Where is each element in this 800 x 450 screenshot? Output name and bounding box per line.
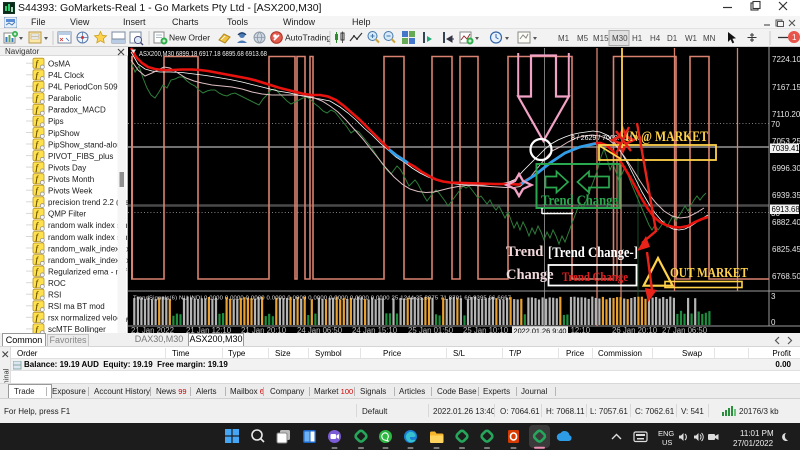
svg-text:M5: M5 [577,34,589,43]
svg-text:1: 1 [792,33,797,42]
svg-text:P4L Clock: P4L Clock [48,71,85,80]
svg-text:70: 70 [771,120,780,129]
svg-text:D1: D1 [667,34,678,43]
svg-text:OUT MARKET: OUT MARKET [670,265,748,280]
svg-text:7167.15: 7167.15 [772,83,800,92]
svg-text:precision trend 2.2 (ale: precision trend 2.2 (ale [48,198,128,207]
svg-text:Paradox_MACD: Paradox_MACD [48,106,106,115]
svg-text:Trend Change: Trend Change [562,269,628,284]
svg-text:rsx normalized velocity: rsx normalized velocity [48,314,128,323]
svg-text:Regularized ema - mtf: Regularized ema - mtf [48,267,127,276]
svg-text:random_walk_index(ex: random_walk_index(ex [48,256,128,265]
svg-text:RSI ma BT mod: RSI ma BT mod [48,302,105,311]
svg-text:6825.45: 6825.45 [772,245,800,254]
svg-text:24 Jan 06:50: 24 Jan 06:50 [297,326,343,333]
svg-text:US: US [662,438,672,447]
svg-text:3: 3 [771,292,776,301]
svg-text:RSI: RSI [48,291,61,300]
svg-text:0: 0 [771,318,776,327]
svg-text:ASX200,M30 6899.18 6917.18 68: ASX200,M30 6899.18 6917.18 6895.68 6913.… [139,49,267,58]
svg-text:OsMA: OsMA [48,60,71,69]
svg-text:MN: MN [703,34,716,43]
svg-text:6996.30: 6996.30 [772,164,800,173]
svg-text:random_walk_index(ex: random_walk_index(ex [48,244,128,253]
svg-text:W1: W1 [685,34,698,43]
svg-text:ENG: ENG [658,429,674,438]
svg-text:scMTF Bollinger: scMTF Bollinger [48,325,106,333]
svg-text:21 Jan 12:10: 21 Jan 12:10 [186,326,232,333]
svg-text:27 Jan 06:50: 27 Jan 06:50 [662,326,708,333]
svg-text:P4L PeriodCon 509: P4L PeriodCon 509 [48,83,118,92]
svg-text:random walk index sm: random walk index sm [48,221,128,230]
svg-text:Trend: Trend [506,244,543,260]
svg-text:Trend Change: Trend Change [541,193,618,209]
svg-text:27/01/2022: 27/01/2022 [733,439,774,448]
svg-text:7039.41: 7039.41 [772,144,800,153]
svg-text:TrendSignals(6) NU INDI 0.0000: TrendSignals(6) NU INDI 0.0000 0.0000 0.… [133,296,511,302]
svg-text:New Order: New Order [169,33,210,43]
svg-text:7224.10: 7224.10 [772,55,800,64]
svg-text:6882.40: 6882.40 [772,218,800,227]
svg-text:M15: M15 [593,34,609,43]
svg-text:PipShow: PipShow [48,129,80,138]
svg-text:H1: H1 [632,34,643,43]
svg-text:25 Jan 01:50: 25 Jan 01:50 [408,326,454,333]
svg-text:random walk index sm: random walk index sm [48,233,128,242]
svg-text:6768.50: 6768.50 [772,272,800,281]
svg-text:ROC: ROC [48,279,66,288]
svg-text:Pivots Day: Pivots Day [48,163,86,172]
svg-text:QMP Filter: QMP Filter [48,210,86,219]
svg-text:M30: M30 [612,34,628,43]
svg-text:Parabolic: Parabolic [48,94,81,103]
svg-text:M1: M1 [558,34,570,43]
svg-text:7110.20: 7110.20 [772,110,800,119]
svg-text:Pivots Month: Pivots Month [48,175,94,184]
svg-text:Change: Change [506,267,554,283]
svg-text:[Trend Change-]: [Trend Change-] [548,245,638,261]
svg-text:11:01 PM: 11:01 PM [740,429,774,438]
svg-text:PIVOT_FIBS_plus: PIVOT_FIBS_plus [48,152,113,161]
svg-text:Pips: Pips [48,117,64,126]
svg-text:21 Jan 2022: 21 Jan 2022 [131,326,174,333]
svg-text:25 Jan 10:10: 25 Jan 10:10 [463,326,509,333]
svg-text:24 Jan 15:10: 24 Jan 15:10 [352,326,398,333]
svg-text:6913.68: 6913.68 [772,205,800,214]
svg-text:PipShow_stand-alone: PipShow_stand-alone [48,140,126,149]
svg-text:AutoTrading: AutoTrading [285,33,331,43]
svg-text:H4: H4 [650,34,661,43]
svg-text:6939.35: 6939.35 [772,191,800,200]
svg-text:21 Jan 20:10: 21 Jan 20:10 [241,326,287,333]
svg-text:Pivots Week: Pivots Week [48,187,93,196]
svg-text:26 Jan 20:10: 26 Jan 20:10 [612,326,658,333]
